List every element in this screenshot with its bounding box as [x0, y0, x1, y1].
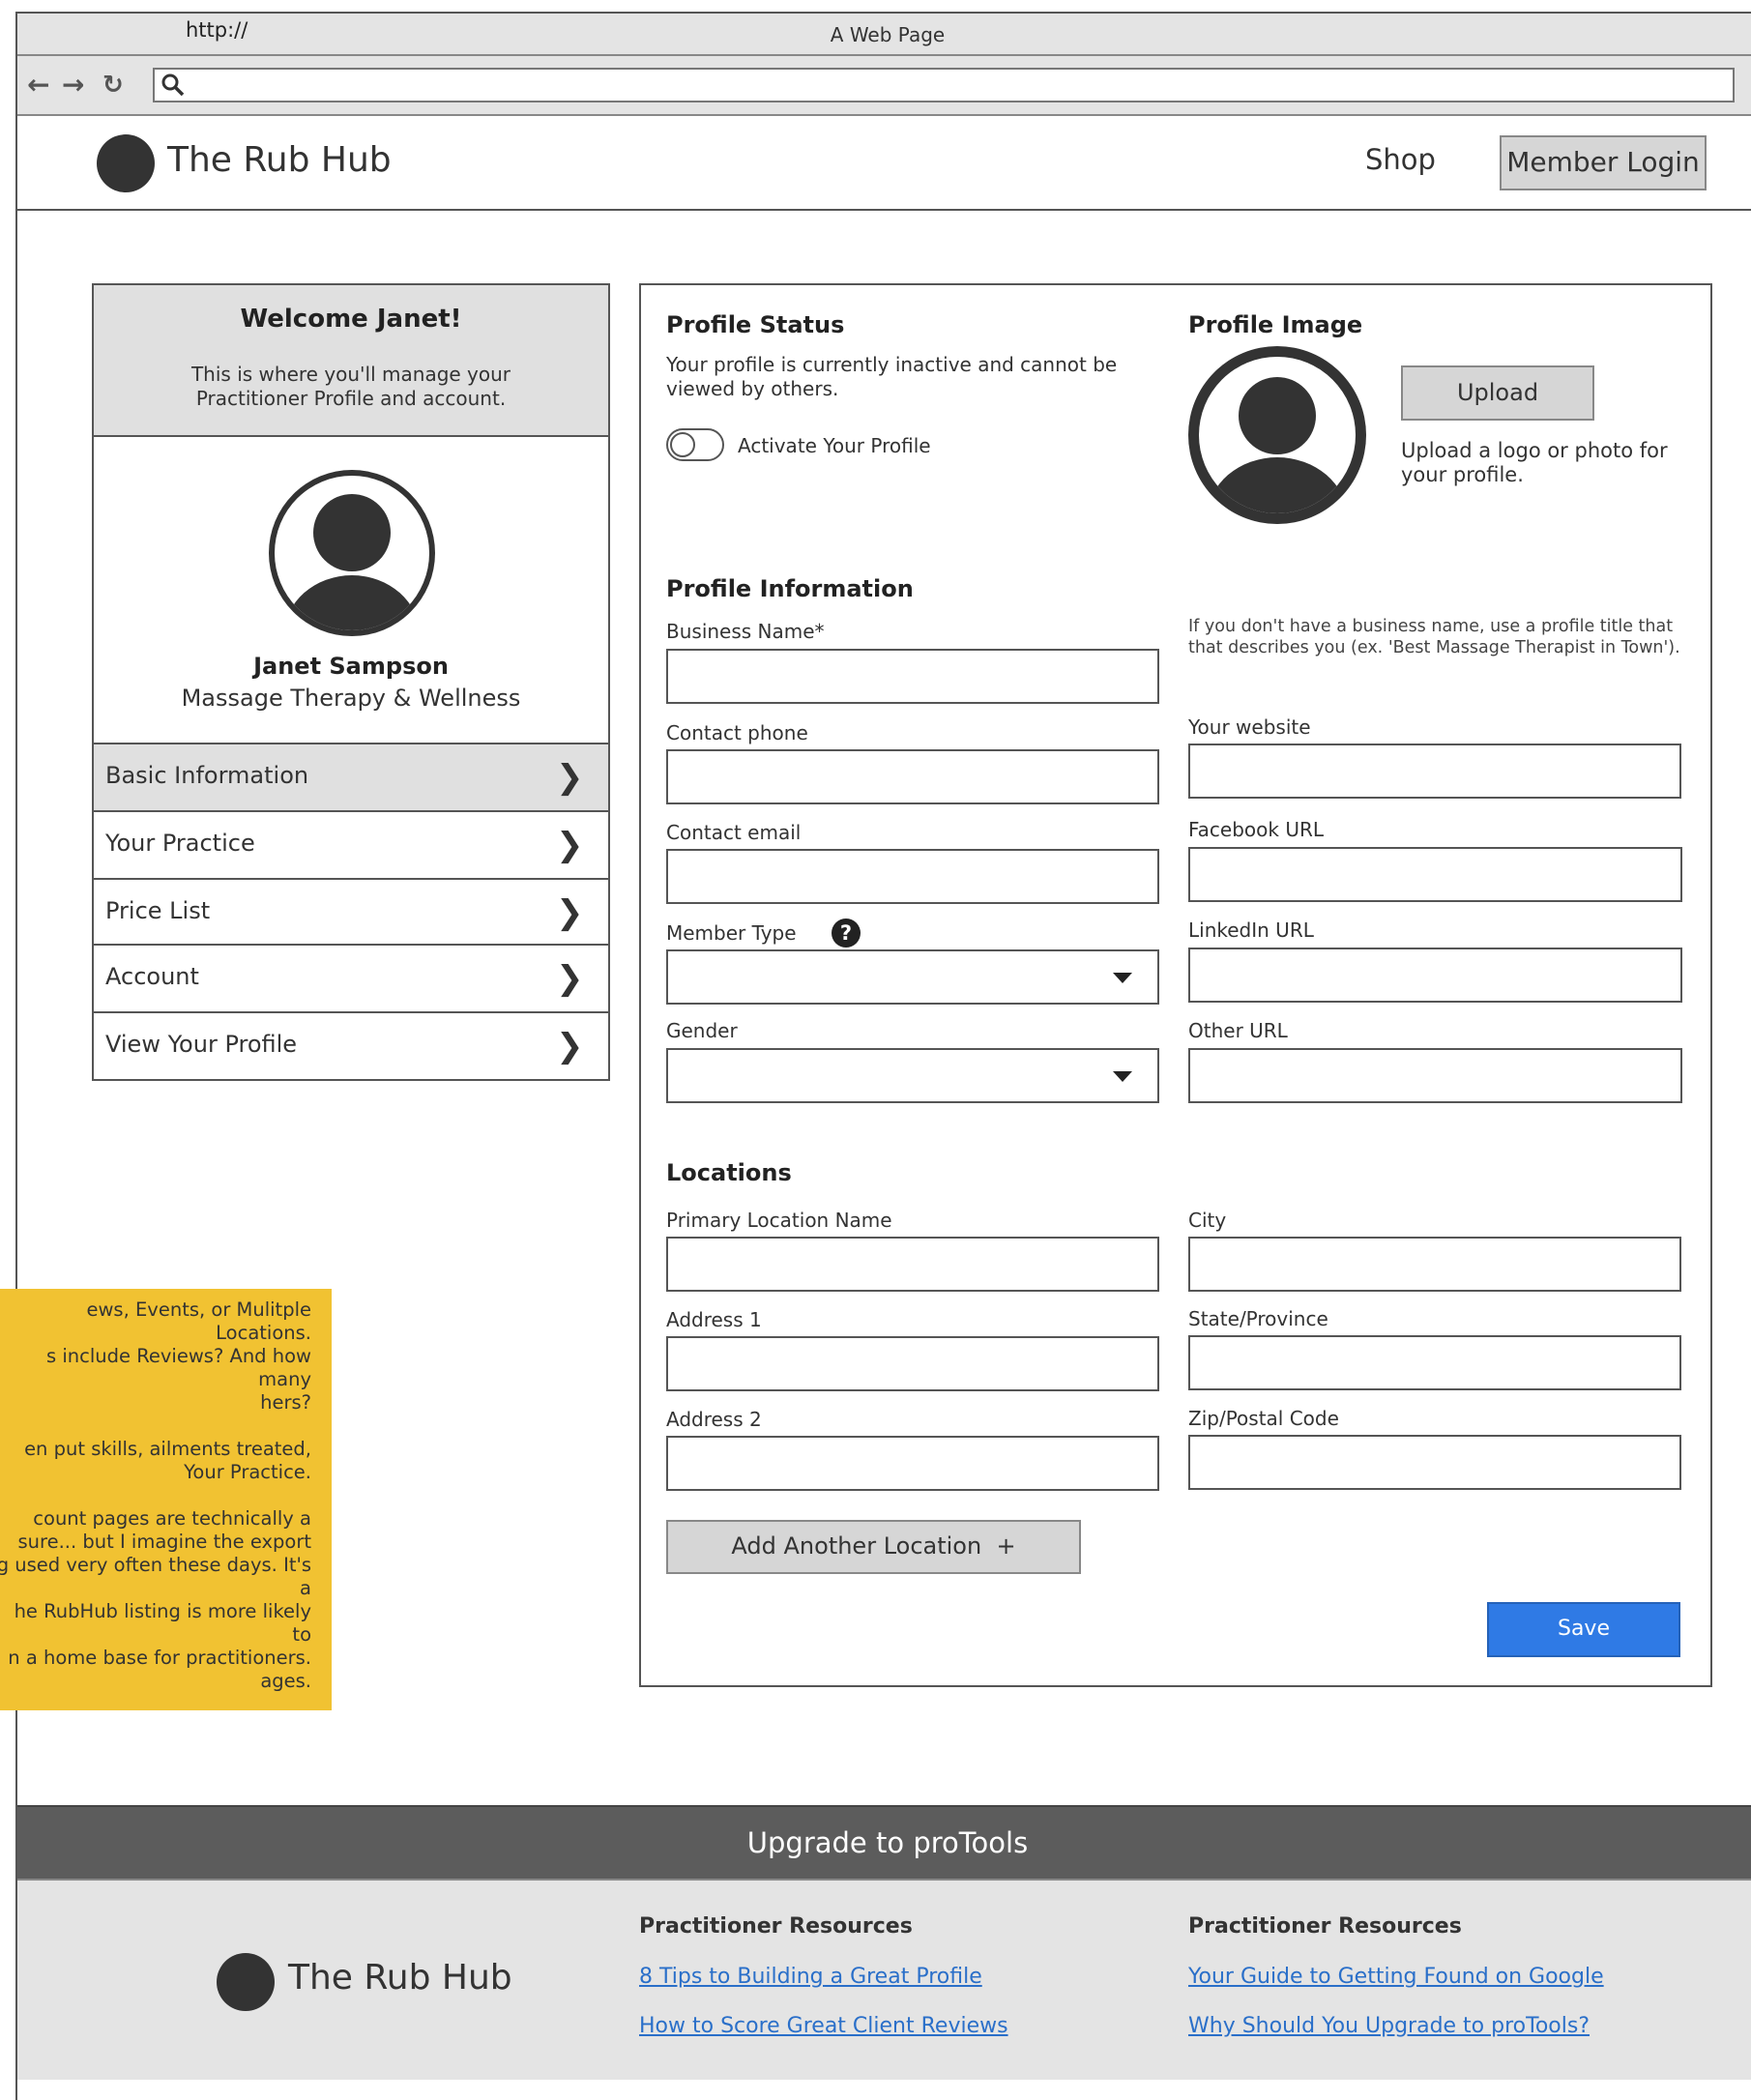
website-label: Your website [1188, 715, 1311, 739]
business-name-hint: If you don't have a business name, use a… [1188, 617, 1680, 657]
facebook-label: Facebook URL [1188, 818, 1325, 841]
chevron-right-icon: ❯ [556, 959, 584, 998]
chevron-right-icon: ❯ [556, 826, 584, 864]
help-icon[interactable]: ? [832, 919, 861, 948]
chevron-right-icon: ❯ [556, 758, 584, 797]
gender-label: Gender [666, 1019, 738, 1042]
chevron-right-icon: ❯ [556, 893, 584, 932]
practitioner-subtitle: Massage Therapy & Wellness [181, 685, 521, 712]
footer-resources-heading: Practitioner Resources [639, 1914, 913, 1939]
sidebar-item-price-list[interactable]: Price List ❯ [94, 878, 608, 946]
footer-link[interactable]: 8 Tips to Building a Great Profile [639, 1965, 982, 1989]
welcome-title: Welcome Janet! [240, 305, 462, 334]
search-icon [161, 73, 185, 97]
primary-location-label: Primary Location Name [666, 1209, 892, 1232]
locations-heading: Locations [666, 1159, 792, 1186]
caret-down-icon [1113, 973, 1132, 983]
address1-label: Address 1 [666, 1308, 762, 1331]
member-type-select[interactable] [666, 949, 1159, 1005]
gender-select[interactable] [666, 1048, 1159, 1103]
avatar-icon [269, 470, 435, 636]
state-label: State/Province [1188, 1307, 1328, 1330]
reload-icon[interactable]: ↻ [102, 68, 124, 102]
chevron-right-icon: ❯ [556, 1027, 584, 1065]
contact-email-input[interactable] [666, 849, 1159, 904]
state-input[interactable] [1188, 1335, 1681, 1390]
sidebar-item-label: Account [105, 963, 199, 990]
business-name-label: Business Name* [666, 620, 825, 643]
sidebar-item-label: Basic Information [105, 762, 309, 789]
url-field[interactable] [153, 68, 1735, 102]
address2-input[interactable] [666, 1436, 1159, 1491]
address-bar: ← → ↻ ⋮ [17, 56, 1751, 116]
logo-icon[interactable] [97, 134, 155, 192]
contact-email-label: Contact email [666, 821, 802, 844]
footer-logo-icon[interactable] [217, 1953, 275, 2011]
site-brand[interactable]: The Rub Hub [167, 140, 392, 180]
profile-image-heading: Profile Image [1188, 311, 1363, 338]
sticky-note-text: ews, Events, or Mulitple Locations. s in… [0, 1298, 311, 1692]
caret-down-icon [1113, 1071, 1132, 1082]
zip-label: Zip/Postal Code [1188, 1407, 1339, 1430]
upload-button[interactable]: Upload [1401, 365, 1594, 421]
contact-phone-label: Contact phone [666, 721, 808, 744]
forward-arrow-icon[interactable]: → [62, 68, 84, 102]
website-input[interactable] [1188, 744, 1681, 799]
profile-status-heading: Profile Status [666, 311, 845, 338]
city-label: City [1188, 1209, 1227, 1232]
sidebar-item-label: Price List [105, 897, 211, 924]
other-url-input[interactable] [1188, 1048, 1682, 1103]
activate-profile-toggle[interactable] [666, 428, 724, 461]
profile-status-text: Your profile is currently inactive and c… [666, 353, 1118, 400]
sidebar-item-label: Your Practice [105, 830, 255, 857]
other-url-label: Other URL [1188, 1019, 1288, 1042]
sidebar-item-account[interactable]: Account ❯ [94, 944, 608, 1011]
contact-phone-input[interactable] [666, 749, 1159, 804]
sidebar-item-view-your-profile[interactable]: View Your Profile ❯ [94, 1011, 608, 1079]
member-type-label: Member Type [666, 921, 797, 945]
city-input[interactable] [1188, 1237, 1681, 1292]
footer-link[interactable]: Why Should You Upgrade to proTools? [1188, 2014, 1590, 2038]
footer-brand[interactable]: The Rub Hub [288, 1958, 512, 1998]
save-button[interactable]: Save [1487, 1602, 1680, 1657]
add-location-button[interactable]: Add Another Location + [666, 1520, 1081, 1574]
sidebar-item-label: View Your Profile [105, 1031, 298, 1058]
footer-resources-heading: Practitioner Resources [1188, 1914, 1462, 1939]
sidebar-item-basic-information[interactable]: Basic Information ❯ [94, 743, 608, 810]
upgrade-banner[interactable]: Upgrade to proTools [17, 1805, 1751, 1879]
profile-information-heading: Profile Information [666, 575, 914, 602]
activate-profile-label: Activate Your Profile [738, 434, 931, 457]
upload-hint: Upload a logo or photo for your profile. [1401, 439, 1668, 486]
member-login-button[interactable]: Member Login [1500, 135, 1707, 190]
back-arrow-icon[interactable]: ← [27, 68, 49, 102]
profile-image-avatar-icon [1188, 346, 1366, 524]
toggle-knob [670, 432, 695, 457]
practitioner-name: Janet Sampson [253, 653, 449, 680]
footer-link[interactable]: How to Score Great Client Reviews [639, 2014, 1008, 2038]
linkedin-label: LinkedIn URL [1188, 919, 1314, 942]
linkedin-input[interactable] [1188, 948, 1682, 1003]
address1-input[interactable] [666, 1336, 1159, 1391]
sticky-note: ews, Events, or Mulitple Locations. s in… [0, 1289, 332, 1710]
zip-input[interactable] [1188, 1435, 1681, 1490]
footer-link[interactable]: Your Guide to Getting Found on Google [1188, 1965, 1604, 1989]
url-text: http:// [186, 18, 248, 42]
address2-label: Address 2 [666, 1408, 762, 1431]
welcome-text: This is where you'll manage your Practit… [190, 363, 511, 410]
business-name-input[interactable] [666, 649, 1159, 704]
sidebar-item-your-practice[interactable]: Your Practice ❯ [94, 810, 608, 878]
primary-location-input[interactable] [666, 1237, 1159, 1292]
window-title: A Web Page [17, 14, 1751, 56]
facebook-input[interactable] [1188, 847, 1682, 902]
shop-link[interactable]: Shop [1365, 143, 1436, 176]
